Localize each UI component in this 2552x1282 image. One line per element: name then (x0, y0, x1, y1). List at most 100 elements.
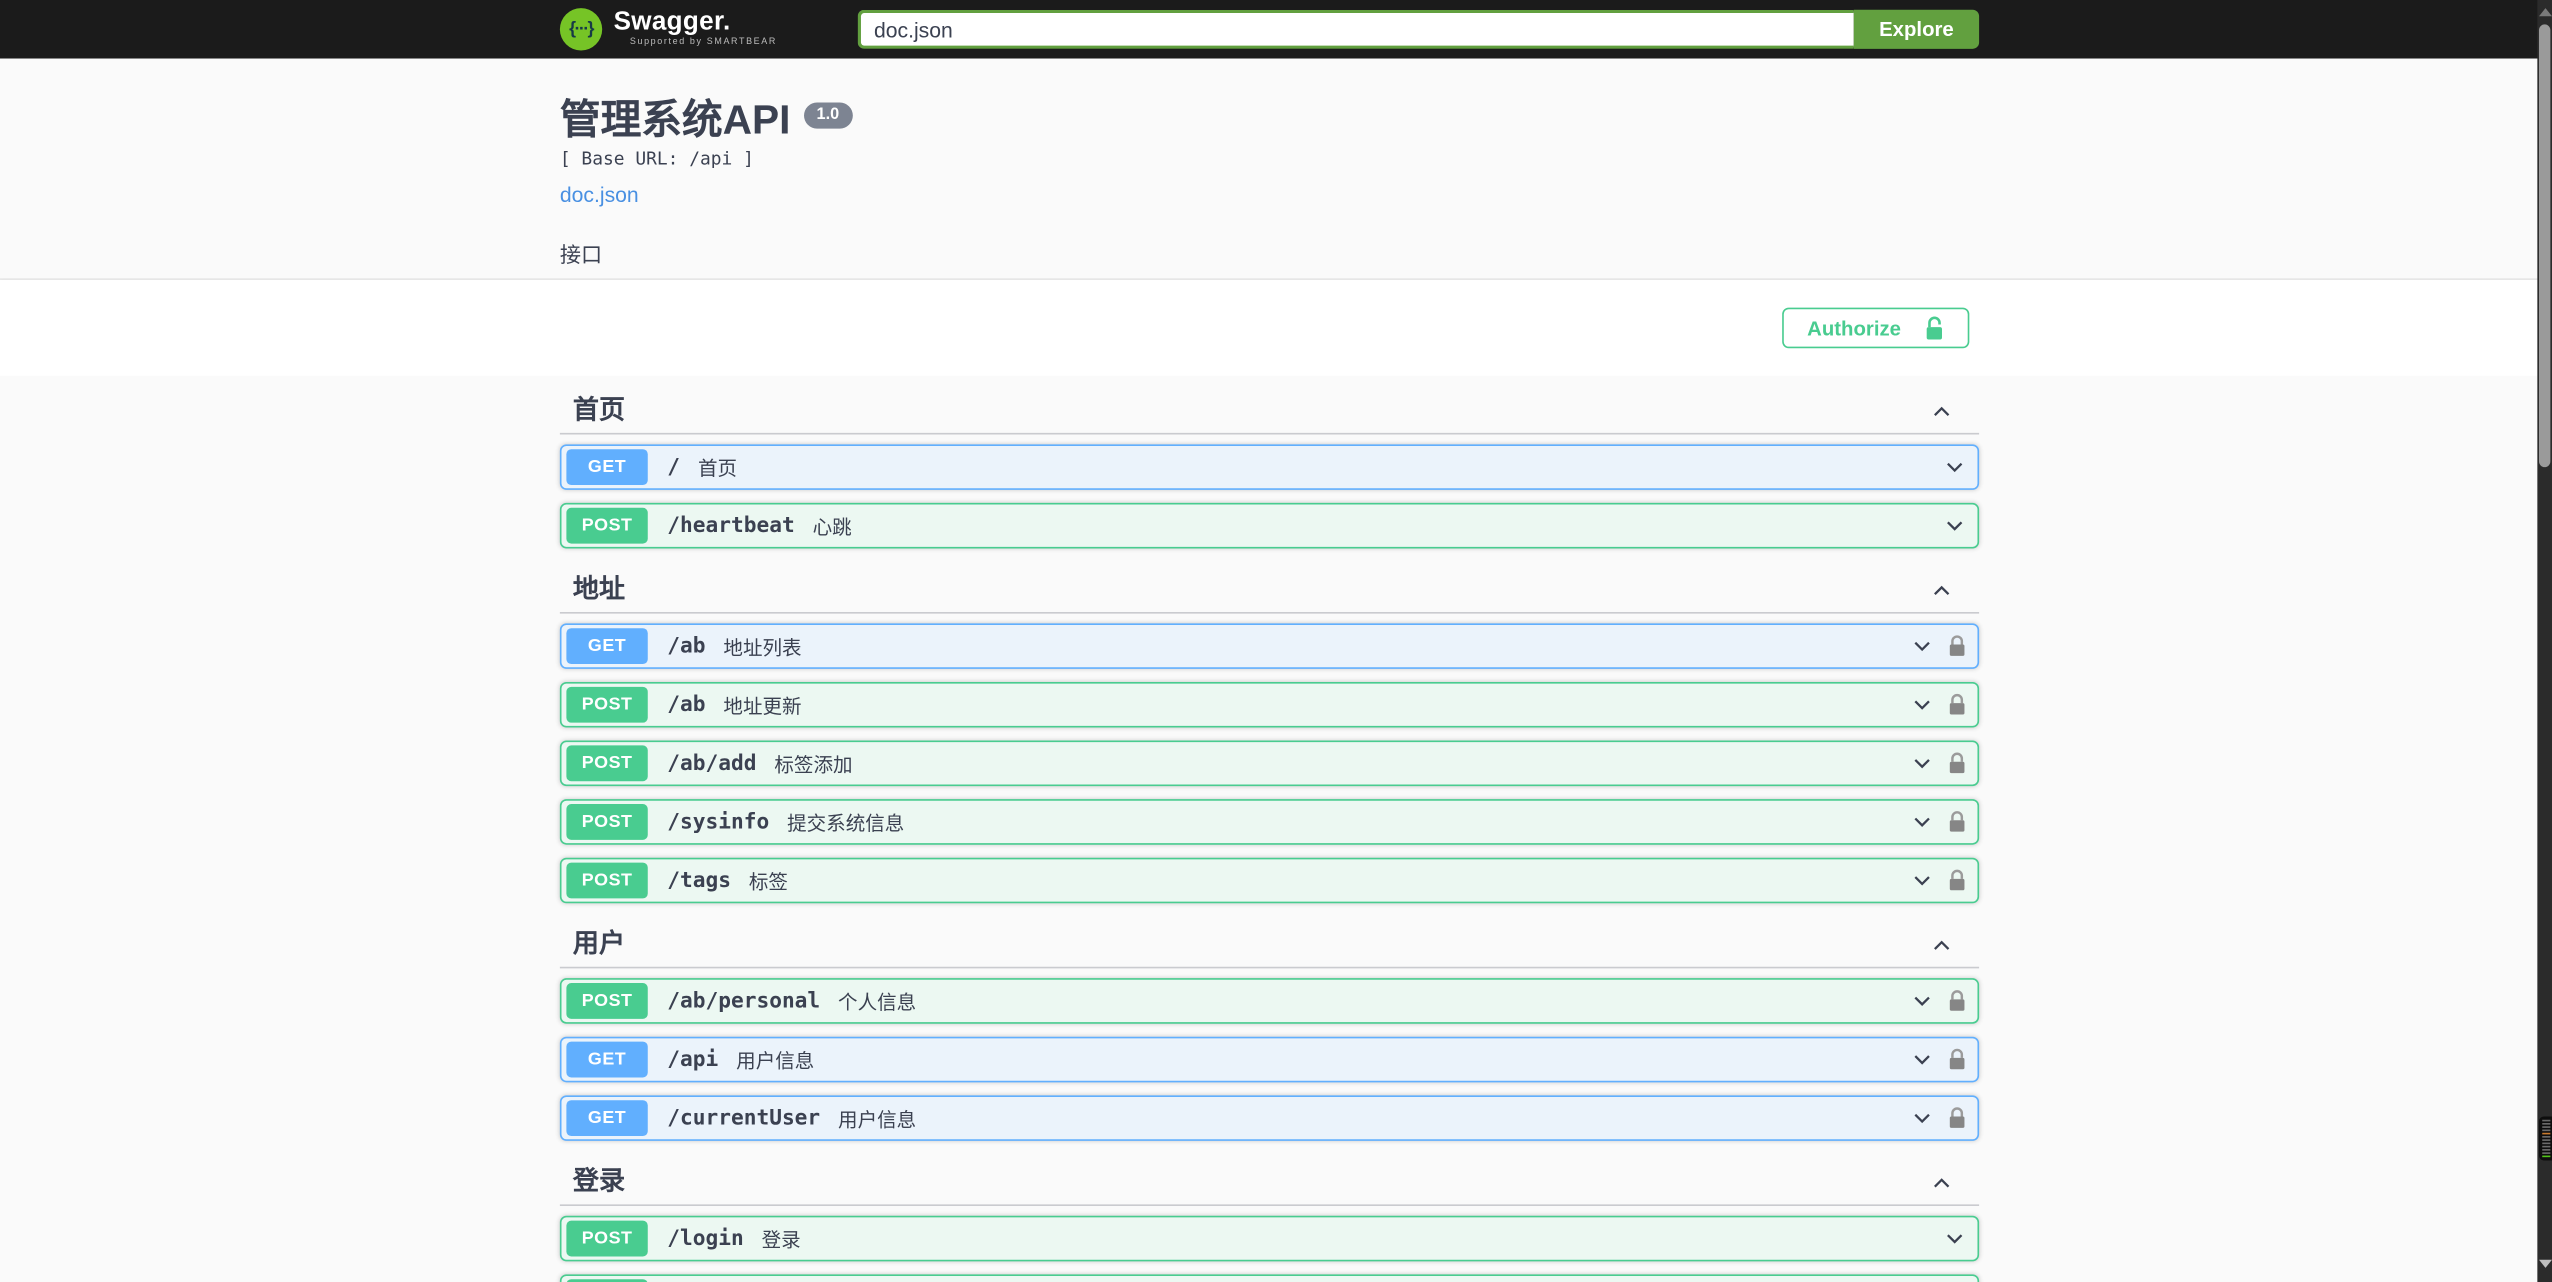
method-badge: POST (566, 686, 648, 723)
tag-header[interactable]: 用户 (559, 924, 1980, 969)
operation-row[interactable]: GET /api 用户信息 (559, 1036, 1980, 1083)
operation-summary: 个人信息 (838, 990, 917, 1014)
operation-path: /ab/add (667, 751, 757, 776)
operation-summary: 心跳 (812, 515, 852, 538)
operation-row[interactable]: POST /ab 地址更新 (559, 681, 1980, 728)
brand-name: Swagger. (613, 8, 731, 37)
operation-row[interactable]: POST /sysinfo 提交系统信息 (559, 799, 1980, 845)
version-badge: 1.0 (803, 102, 853, 129)
operation-path: / (667, 454, 681, 480)
operation-path: /tags (667, 868, 731, 893)
section-rows: GET /ab 地址列表 POST /ab 地址更新 POST /ab/add … (559, 623, 1980, 904)
operation-row[interactable]: GET /ab 地址列表 (559, 623, 1980, 669)
swagger-logo: {···} Swagger. Supported by SMARTBEAR (559, 8, 777, 51)
method-badge: POST (566, 862, 648, 899)
method-badge: GET (566, 449, 648, 486)
section-rows: POST /ab/personal 个人信息 GET /api 用户信息 GET… (559, 978, 1980, 1141)
swagger-page: {···} Swagger. Supported by SMARTBEAR Ex… (0, 0, 2552, 1282)
tag-section: 登录 POST /login 登录 POST /loginStatus 登录状态 (559, 1162, 1980, 1282)
scrollbar-down-arrow-icon[interactable] (2537, 1253, 2552, 1273)
tag-header[interactable]: 地址 (559, 570, 1980, 614)
tag-section: 首页 GET / 首页 POST /heartbeat 心跳 (559, 391, 1980, 549)
api-title-row: 管理系统API 1.0 (559, 97, 1979, 144)
chevron-up-icon (1934, 1178, 1950, 1188)
tag-section: 用户 POST /ab/personal 个人信息 GET /api 用户信息 (559, 924, 1980, 1141)
operation-row[interactable]: POST /tags 标签 (559, 857, 1980, 904)
lock-icon[interactable] (1948, 1107, 1966, 1130)
operation-summary: 标签 (748, 869, 788, 893)
authorize-button[interactable]: Authorize (1782, 307, 1970, 349)
lock-icon[interactable] (1948, 990, 1966, 1013)
operation-row[interactable]: GET /currentUser 用户信息 (559, 1095, 1980, 1141)
base-url: [ Base URL: /api ] (559, 148, 754, 170)
scrollbar[interactable] (2537, 0, 2552, 1282)
scrollbar-thumb[interactable] (2538, 24, 2551, 468)
operation-row[interactable]: GET / 首页 (559, 444, 1980, 490)
operation-summary: 地址更新 (723, 694, 802, 717)
operation-summary: 用户信息 (838, 1107, 917, 1131)
spec-link[interactable]: doc.json (560, 182, 639, 206)
operation-path: /currentUser (667, 1105, 821, 1131)
swagger-logo-icon: {···} (559, 8, 603, 51)
topbar: {···} Swagger. Supported by SMARTBEAR Ex… (0, 0, 2552, 59)
operation-row[interactable]: POST /loginStatus 登录状态 (559, 1274, 1980, 1282)
operation-row[interactable]: POST /ab/personal 个人信息 (559, 978, 1980, 1024)
operation-summary: 提交系统信息 (787, 811, 905, 835)
chevron-down-icon (1914, 1055, 1930, 1065)
tag-section: 地址 GET /ab 地址列表 POST /ab 地址更新 POST /ab/a… (559, 570, 1980, 904)
method-badge: GET (566, 1100, 648, 1137)
lock-icon[interactable] (1948, 811, 1966, 834)
method-badge: POST (566, 507, 648, 544)
scheme-container: Authorize (0, 279, 2552, 376)
section-title: 首页 (572, 397, 626, 425)
operation-row[interactable]: POST /heartbeat 心跳 (559, 502, 1980, 549)
method-badge: POST (566, 1220, 648, 1257)
lock-icon[interactable] (1948, 693, 1966, 716)
lock-icon[interactable] (1948, 1048, 1966, 1071)
chevron-down-icon (1914, 641, 1930, 652)
chevron-down-icon (1914, 817, 1930, 827)
operation-path: /heartbeat (667, 513, 795, 538)
chevron-down-icon (1914, 996, 1930, 1006)
operation-path: /login (667, 1226, 744, 1251)
method-badge: GET (566, 628, 648, 665)
api-description: 接口 (559, 242, 603, 267)
tag-header[interactable]: 首页 (559, 391, 1980, 435)
api-title: 管理系统API (559, 97, 791, 144)
operation-summary: 用户信息 (736, 1048, 815, 1072)
chevron-down-icon (1914, 876, 1930, 886)
spec-url-input[interactable] (857, 9, 1854, 49)
unlock-icon (1926, 315, 1942, 339)
chevron-down-icon (1947, 462, 1963, 473)
method-badge: GET (566, 1041, 648, 1078)
chevron-up-icon (1934, 940, 1950, 950)
section-title: 用户 (572, 930, 626, 959)
scrollbar-up-arrow-icon[interactable] (2537, 2, 2552, 22)
lock-icon[interactable] (1948, 635, 1966, 658)
chevron-up-icon (1934, 585, 1950, 596)
operations-section: 首页 GET / 首页 POST /heartbeat 心跳 地址 GET /a… (0, 375, 2552, 1282)
scroll-minimap (2538, 1116, 2552, 1161)
brand-subtitle: Supported by SMARTBEAR (629, 37, 777, 48)
tag-header[interactable]: 登录 (559, 1162, 1980, 1207)
operation-path: /ab (667, 692, 706, 717)
lock-icon[interactable] (1948, 752, 1966, 775)
chevron-up-icon (1934, 406, 1950, 416)
section-title: 登录 (572, 1168, 626, 1197)
operation-path: /sysinfo (667, 809, 770, 835)
explore-button[interactable]: Explore (1853, 9, 1980, 49)
chevron-down-icon (1914, 759, 1930, 769)
method-badge: POST (566, 745, 648, 782)
operation-summary: 地址列表 (723, 635, 802, 659)
operation-summary: 首页 (697, 456, 738, 480)
api-info-section: 管理系统API 1.0 [ Base URL: /api ] doc.json 接… (0, 58, 2552, 280)
operation-row[interactable]: POST /login 登录 (559, 1215, 1980, 1262)
chevron-down-icon (1947, 1234, 1963, 1244)
operation-row[interactable]: POST /ab/add 标签添加 (559, 740, 1980, 787)
lock-icon[interactable] (1948, 869, 1966, 892)
section-title: 地址 (572, 576, 626, 604)
section-rows: POST /login 登录 POST /loginStatus 登录状态 (559, 1215, 1980, 1282)
operation-path: /ab/personal (667, 988, 821, 1014)
chevron-down-icon (1947, 521, 1963, 531)
chevron-down-icon (1914, 1113, 1930, 1124)
